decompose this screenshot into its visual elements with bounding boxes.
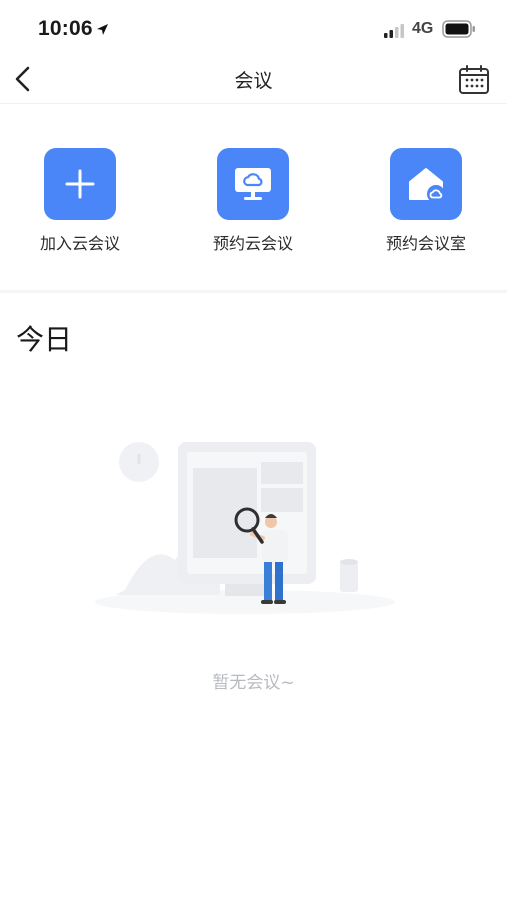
calendar-button[interactable] [458, 65, 490, 95]
cellular-signal-icon [384, 23, 406, 42]
plus-icon [65, 169, 95, 199]
calendar-icon [459, 65, 489, 94]
join-meeting-button[interactable]: 加入云会议 [15, 148, 145, 254]
battery-icon [442, 20, 476, 42]
join-meeting-tile[interactable] [44, 148, 116, 220]
join-meeting-label: 加入云会议 [39, 234, 120, 253]
quick-actions: 加入云会议 预约云会议 预约会议室 [0, 104, 507, 290]
location-arrow-icon [96, 21, 109, 40]
section-title-today: 今日 [16, 323, 73, 356]
status-bar: 10:06 4G [0, 0, 507, 54]
book-room-label: 预约会议室 [385, 234, 466, 253]
section-divider [0, 290, 507, 293]
home-cloud-icon [409, 168, 445, 203]
schedule-meeting-tile[interactable] [217, 148, 289, 220]
book-room-button[interactable]: 预约会议室 [361, 148, 491, 254]
status-time: 10:06 [38, 17, 93, 40]
schedule-meeting-label: 预约云会议 [212, 234, 293, 253]
network-type: 4G [412, 20, 434, 37]
empty-state-message: 暂无会议~ [212, 673, 295, 693]
nav-bar: 会议 [0, 54, 507, 104]
book-room-tile[interactable] [390, 148, 462, 220]
empty-state-illustration [95, 430, 395, 624]
monitor-cloud-icon [235, 168, 271, 200]
schedule-meeting-button[interactable]: 预约云会议 [188, 148, 318, 254]
page-title: 会议 [234, 70, 273, 92]
